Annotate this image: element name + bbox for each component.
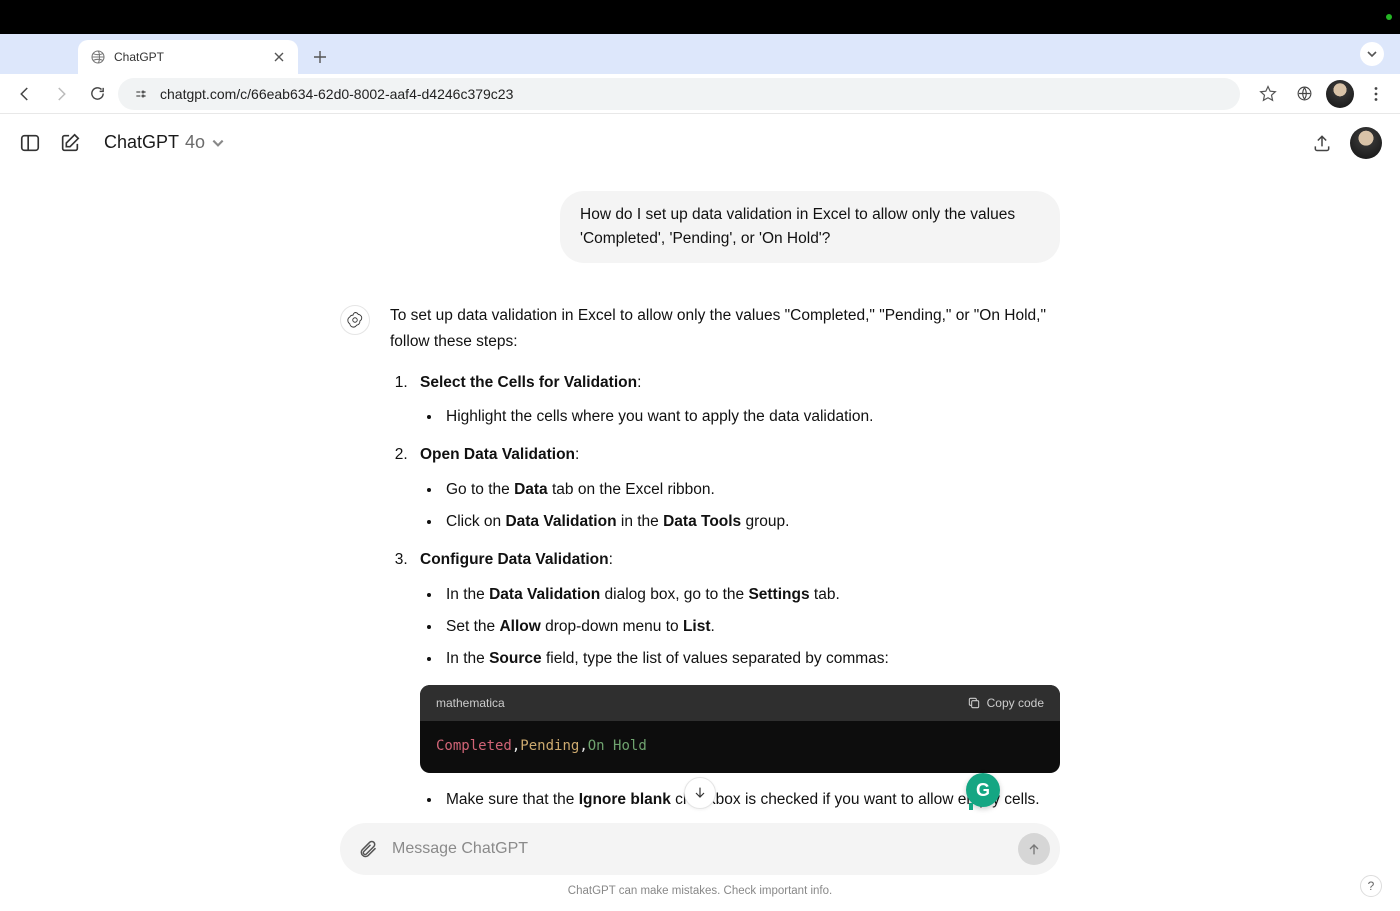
- browser-address-bar: chatgpt.com/c/66eab634-62d0-8002-aaf4-d4…: [0, 74, 1400, 114]
- step-bullet: In the Source field, type the list of va…: [442, 646, 1060, 672]
- star-bookmark-icon[interactable]: [1254, 80, 1282, 108]
- browser-menu-button[interactable]: [1362, 80, 1390, 108]
- step-item: Configure Data Validation:In the Data Va…: [412, 547, 1060, 813]
- assistant-body: To set up data validation in Excel to al…: [390, 303, 1060, 815]
- step-bullet: Set the Allow drop-down menu to List.: [442, 614, 1060, 640]
- step-bullet: In the Data Validation dialog box, go to…: [442, 582, 1060, 608]
- chat-area: How do I set up data validation in Excel…: [0, 171, 1400, 815]
- tab-overflow-button[interactable]: [1360, 42, 1384, 66]
- forward-button[interactable]: [46, 79, 76, 109]
- message-input[interactable]: [392, 840, 1006, 858]
- disclaimer-text: ChatGPT can make mistakes. Check importa…: [568, 885, 832, 897]
- step-bullet: Highlight the cells where you want to ap…: [442, 404, 1060, 430]
- grammarly-badge-icon[interactable]: G: [966, 773, 1000, 807]
- model-name: ChatGPT: [104, 132, 179, 153]
- model-selector[interactable]: ChatGPT 4o: [104, 132, 225, 153]
- step-item: Open Data Validation:Go to the Data tab …: [412, 442, 1060, 535]
- back-button[interactable]: [10, 79, 40, 109]
- user-message: How do I set up data validation in Excel…: [340, 191, 1060, 263]
- user-bubble: How do I set up data validation in Excel…: [560, 191, 1060, 263]
- extension-icon[interactable]: [1290, 80, 1318, 108]
- assistant-message: To set up data validation in Excel to al…: [340, 303, 1060, 815]
- scroll-to-bottom-button[interactable]: [684, 777, 716, 809]
- tab-title: ChatGPT: [114, 50, 272, 64]
- code-block: mathematica Copy code Completed,Pending,On…: [420, 685, 1060, 773]
- app-header: ChatGPT 4o: [0, 114, 1400, 171]
- chatgpt-avatar-icon: [340, 305, 370, 335]
- help-button[interactable]: ?: [1360, 875, 1382, 897]
- close-tab-button[interactable]: [272, 50, 286, 64]
- code-content: Completed,Pending,On Hold: [420, 721, 1060, 773]
- reload-button[interactable]: [82, 79, 112, 109]
- assistant-intro: To set up data validation in Excel to al…: [390, 303, 1060, 356]
- step-item: Select the Cells for Validation:Highligh…: [412, 370, 1060, 431]
- composer-area: ChatGPT can make mistakes. Check importa…: [0, 815, 1400, 911]
- attach-button[interactable]: [356, 837, 380, 861]
- step-title: Select the Cells for Validation: [420, 374, 637, 391]
- chatgpt-favicon-icon: [90, 49, 106, 65]
- sidebar-toggle-button[interactable]: [18, 131, 42, 155]
- url-text: chatgpt.com/c/66eab634-62d0-8002-aaf4-d4…: [160, 86, 513, 102]
- code-language-label: mathematica: [436, 693, 505, 713]
- browser-tab-strip: ChatGPT: [0, 34, 1400, 74]
- step-bullet: Go to the Data tab on the Excel ribbon.: [442, 477, 1060, 503]
- url-field[interactable]: chatgpt.com/c/66eab634-62d0-8002-aaf4-d4…: [118, 78, 1240, 110]
- site-controls-icon[interactable]: [132, 85, 150, 103]
- copy-code-button[interactable]: Copy code: [967, 693, 1044, 713]
- step-title: Configure Data Validation: [420, 551, 609, 568]
- browser-tab[interactable]: ChatGPT: [78, 40, 298, 74]
- model-version: 4o: [185, 132, 205, 153]
- browser-profile-avatar[interactable]: [1326, 80, 1354, 108]
- composer[interactable]: [340, 823, 1060, 875]
- user-avatar[interactable]: [1350, 127, 1382, 159]
- os-title-bar: [0, 0, 1400, 34]
- step-title: Open Data Validation: [420, 446, 575, 463]
- share-button[interactable]: [1310, 131, 1334, 155]
- chevron-down-icon: [211, 136, 225, 150]
- new-chat-button[interactable]: [58, 131, 82, 155]
- step-bullet: Click on Data Validation in the Data Too…: [442, 509, 1060, 535]
- new-tab-button[interactable]: [306, 43, 334, 71]
- recording-indicator-icon: [1386, 14, 1392, 20]
- send-button[interactable]: [1018, 833, 1050, 865]
